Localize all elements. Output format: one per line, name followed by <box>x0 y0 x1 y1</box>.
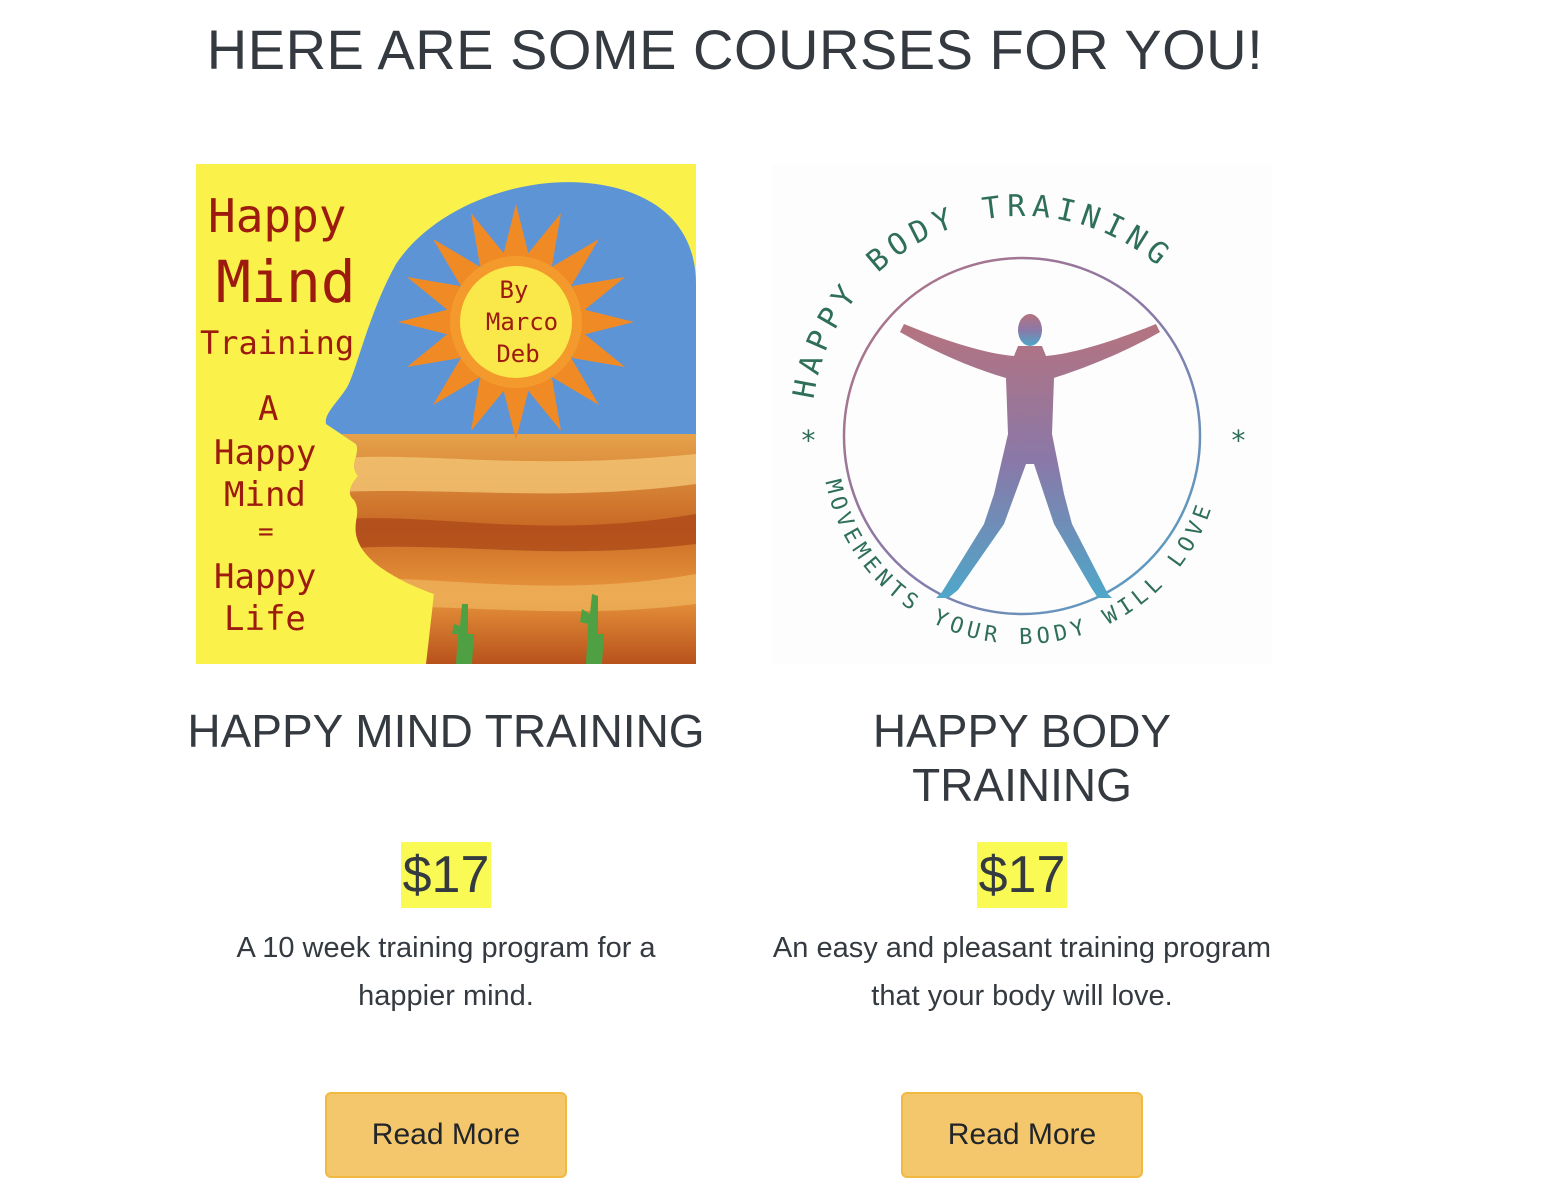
price-wrap: $17 <box>762 842 1282 908</box>
read-more-button[interactable]: Read More <box>901 1092 1143 1178</box>
happy-mind-cover-image[interactable]: Happy Mind Training A Happy Mind = Happy… <box>196 164 696 664</box>
price-tag: $17 <box>400 842 492 908</box>
cover-line-mind: Mind <box>216 248 356 316</box>
course-card-happy-mind: Happy Mind Training A Happy Mind = Happy… <box>186 164 706 1178</box>
cover-line-mind-2: Mind <box>224 475 306 515</box>
price-tag: $17 <box>976 842 1068 908</box>
cover-author-last: Deb <box>496 340 539 368</box>
cover-line-happy: Happy <box>208 189 346 243</box>
cover-author-first: Marco <box>486 308 558 336</box>
course-description: An easy and pleasant training program th… <box>772 932 1272 1012</box>
course-card-happy-body: HAPPY BODY TRAINING MOVEMENTS YOUR BODY … <box>762 164 1282 1178</box>
logo-star-left-icon: * <box>800 424 817 457</box>
page-title: HERE ARE SOME COURSES FOR YOU! <box>206 18 1264 81</box>
logo-star-right-icon: * <box>1230 424 1247 457</box>
happy-mind-cover-svg: Happy Mind Training A Happy Mind = Happy… <box>196 164 696 664</box>
cover-line-happy-3: Happy <box>214 557 316 597</box>
happy-body-logo-image[interactable]: HAPPY BODY TRAINING MOVEMENTS YOUR BODY … <box>772 164 1272 664</box>
cover-author-by: By <box>500 276 529 304</box>
course-title: HAPPY BODY TRAINING <box>872 705 1172 811</box>
price-wrap: $17 <box>186 842 706 908</box>
read-more-button[interactable]: Read More <box>325 1092 567 1178</box>
course-title: HAPPY MIND TRAINING <box>187 705 705 757</box>
cover-line-life: Life <box>224 599 306 639</box>
course-description: A 10 week training program for a happier… <box>236 932 656 1012</box>
cover-line-training: Training <box>200 324 354 362</box>
happy-body-logo-svg: HAPPY BODY TRAINING MOVEMENTS YOUR BODY … <box>772 164 1272 664</box>
cover-line-happy-2: Happy <box>214 433 316 473</box>
cover-line-a: A <box>258 389 278 429</box>
cover-line-equals: = <box>258 517 274 547</box>
